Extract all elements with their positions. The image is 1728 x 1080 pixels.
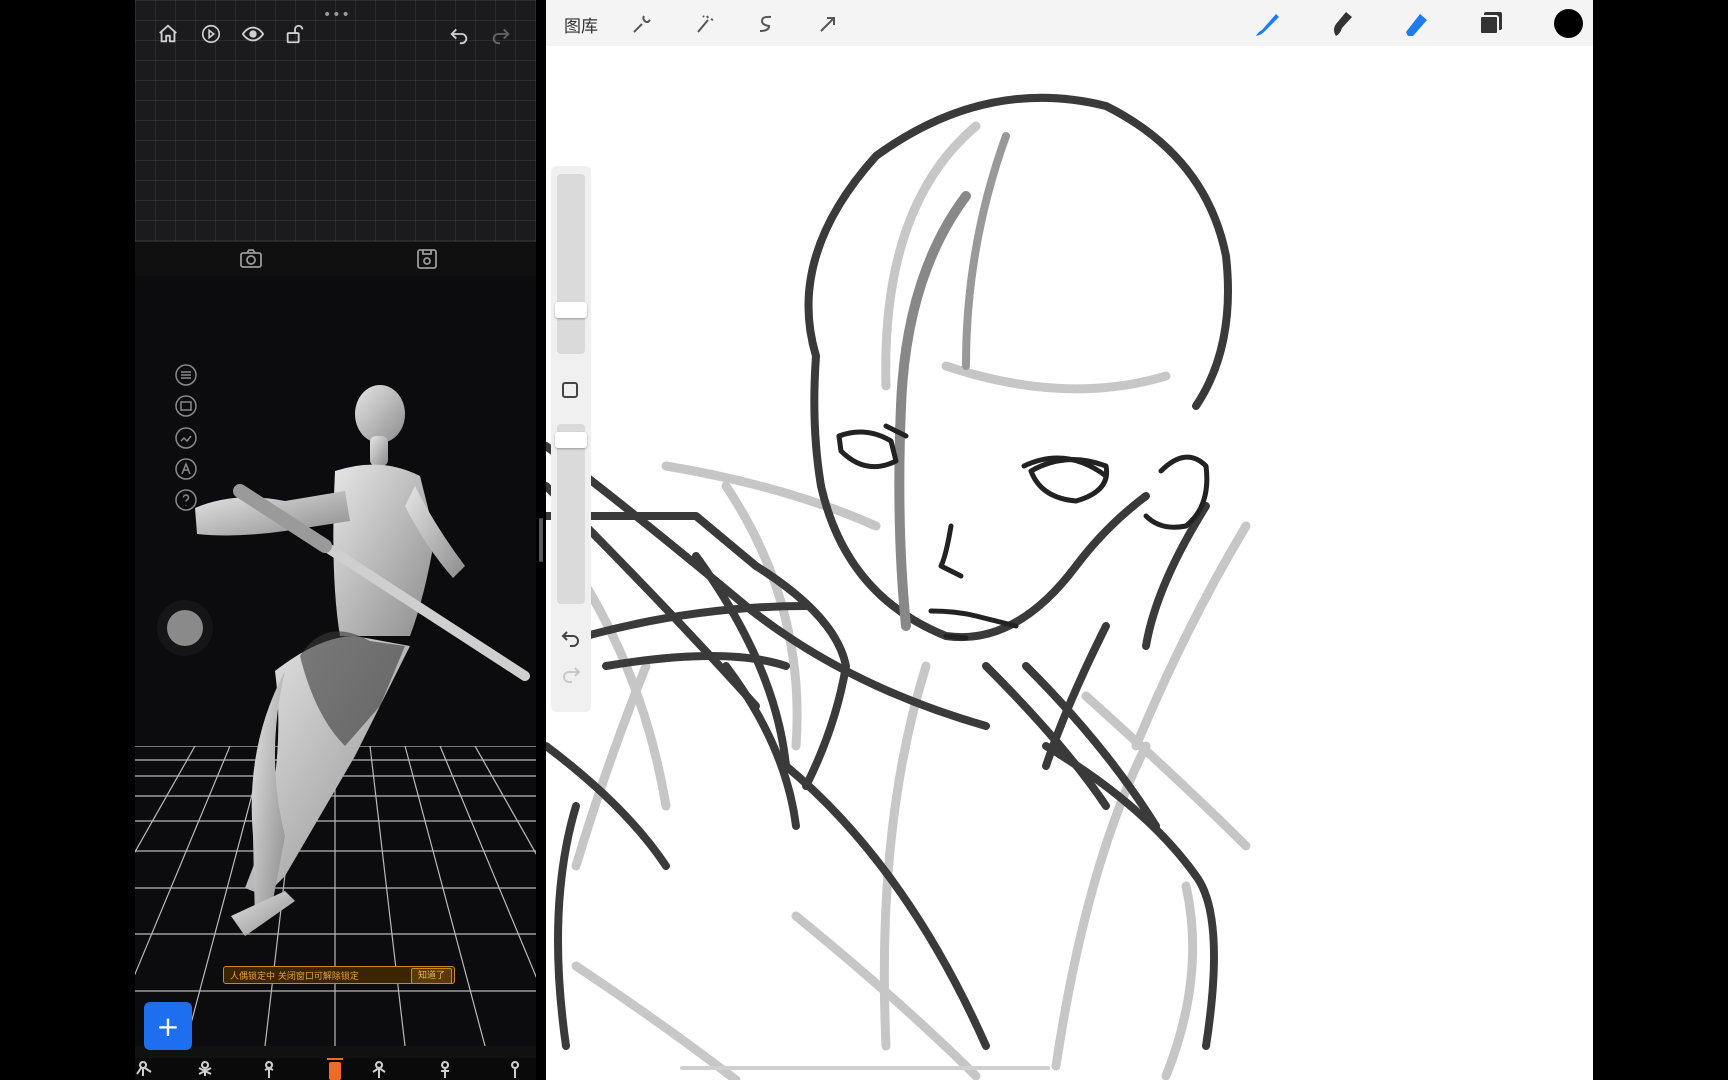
undo-icon[interactable] — [445, 20, 473, 48]
pose-thumb-active[interactable] — [329, 1062, 341, 1080]
add-button[interactable]: + — [144, 1002, 192, 1050]
brush-sidebar — [551, 166, 591, 712]
top-toolbar: 图库 — [546, 0, 1593, 46]
help-icon[interactable] — [174, 488, 198, 512]
layers-icon[interactable] — [174, 394, 198, 418]
pose-thumb-icon[interactable] — [431, 1060, 459, 1080]
3d-viewport[interactable]: 人偶锁定中 关闭窗口可解除锁定 知道了 — [135, 276, 536, 1046]
home-indicator[interactable] — [680, 1066, 1050, 1070]
brush-size-knob[interactable] — [555, 302, 587, 318]
save-icon[interactable] — [415, 248, 439, 270]
list-icon[interactable] — [174, 363, 198, 387]
split-view-handle[interactable] — [539, 518, 543, 562]
lock-notice-text: 人偶锁定中 关闭窗口可解除锁定 — [230, 971, 359, 982]
acknowledge-button[interactable]: 知道了 — [410, 968, 452, 984]
pose-thumb-icon[interactable] — [365, 1060, 393, 1080]
top-grid-panel: ••• — [135, 0, 536, 242]
play-circle-icon[interactable] — [197, 20, 225, 48]
drawing-canvas[interactable] — [546, 46, 1593, 1080]
active-pose-indicator — [327, 1058, 343, 1060]
layers-icon[interactable] — [1474, 8, 1506, 40]
window-grip[interactable]: ••• — [323, 7, 351, 23]
unlock-icon[interactable] — [281, 20, 309, 48]
redo-icon[interactable] — [487, 20, 515, 48]
redo-icon[interactable] — [559, 662, 583, 686]
modify-square-icon[interactable] — [562, 382, 578, 398]
smudge-icon[interactable] — [1326, 8, 1358, 40]
letterbox-right — [1593, 0, 1728, 1080]
joystick[interactable] — [167, 610, 203, 646]
text-icon[interactable] — [174, 457, 198, 481]
pose-reference-app: ••• 人偶锁定中 关闭窗口可解除锁定 知道了 + — [135, 0, 536, 1080]
camera-bar — [135, 242, 536, 276]
image-icon[interactable] — [174, 426, 198, 450]
pose-strip[interactable] — [135, 1058, 536, 1080]
eraser-icon[interactable] — [1400, 8, 1432, 40]
pose-thumb-icon[interactable] — [255, 1060, 283, 1080]
brush-opacity-knob[interactable] — [555, 432, 587, 448]
eye-icon[interactable] — [239, 20, 267, 48]
wrench-icon[interactable] — [630, 12, 654, 36]
pose-thumb-icon[interactable] — [135, 1060, 163, 1080]
procreate-app: 图库 — [546, 0, 1593, 1080]
brush-icon[interactable] — [1252, 8, 1284, 40]
pose-thumb-icon[interactable] — [501, 1060, 529, 1080]
undo-icon[interactable] — [559, 626, 583, 650]
brush-size-slider[interactable] — [557, 174, 585, 354]
camera-icon[interactable] — [239, 248, 263, 270]
gallery-button[interactable]: 图库 — [564, 12, 598, 37]
lock-notice-banner: 人偶锁定中 关闭窗口可解除锁定 知道了 — [223, 966, 455, 984]
home-icon[interactable] — [154, 20, 182, 48]
pose-thumb-icon[interactable] — [191, 1060, 219, 1080]
magic-wand-icon[interactable] — [692, 12, 716, 36]
selection-icon[interactable] — [754, 12, 778, 36]
transform-arrow-icon[interactable] — [816, 12, 840, 36]
color-picker[interactable] — [1554, 9, 1583, 38]
mannequin-figure[interactable] — [135, 276, 536, 1046]
brush-opacity-slider[interactable] — [557, 424, 585, 604]
